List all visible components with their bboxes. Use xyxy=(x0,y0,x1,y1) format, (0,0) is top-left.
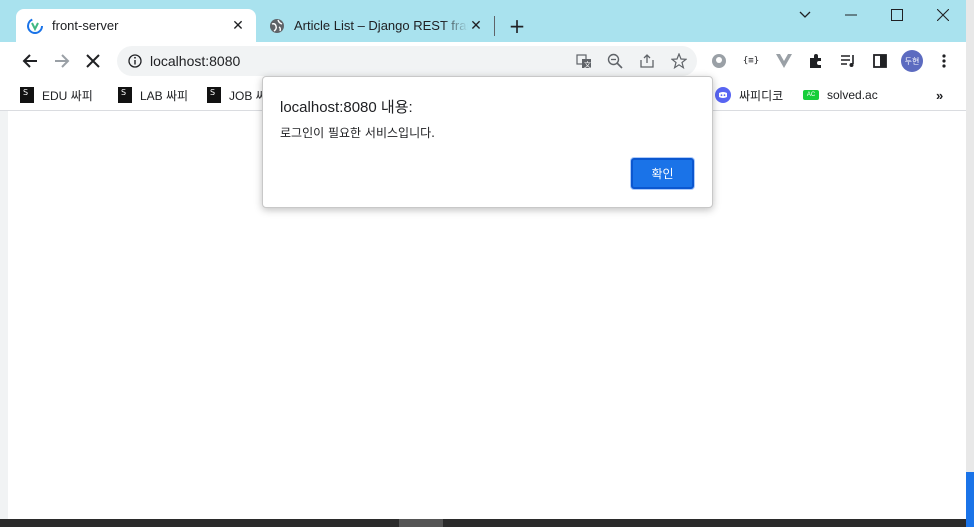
new-tab-button[interactable]: + xyxy=(506,14,528,38)
site-info-icon[interactable] xyxy=(126,52,144,70)
desktop-edge xyxy=(966,0,974,527)
close-icon[interactable]: ✕ xyxy=(468,18,484,34)
bookmark-label: 싸피디코 xyxy=(739,88,784,103)
more-bookmarks-chevron-icon[interactable]: » xyxy=(936,85,943,105)
close-icon[interactable]: ✕ xyxy=(230,18,246,34)
tab-title: front-server xyxy=(52,18,119,33)
taskbar-thumb xyxy=(399,519,443,527)
bookmark-edu-ssafy[interactable]: EDU 싸피 xyxy=(20,85,93,105)
tab-strip: front-server ✕ Article List – Django RES… xyxy=(0,0,966,42)
ssafy-icon xyxy=(207,87,221,103)
back-button[interactable] xyxy=(17,48,43,74)
bookmark-ssafy-discord[interactable]: 싸피디코 xyxy=(715,85,783,105)
json-viewer-extension-icon[interactable]: {≡} xyxy=(738,48,764,74)
tab-search-chevron-down-icon[interactable] xyxy=(782,0,828,30)
bookmark-solved-ac[interactable]: AC solved.ac xyxy=(803,85,878,105)
discord-icon xyxy=(715,87,731,103)
ssafy-icon xyxy=(118,87,132,103)
svg-text:文: 文 xyxy=(584,60,591,69)
maximize-button[interactable] xyxy=(874,0,920,30)
forward-button[interactable] xyxy=(49,48,75,74)
ok-button[interactable]: 확인 xyxy=(631,158,694,189)
vue-logo-icon xyxy=(27,17,43,34)
minimize-button[interactable] xyxy=(828,0,874,30)
dialog-title: localhost:8080 내용: xyxy=(280,99,413,116)
globe-icon xyxy=(269,18,285,34)
extensions-puzzle-icon[interactable] xyxy=(803,48,829,74)
tab-title: Article List – Django REST framework xyxy=(294,18,468,33)
address-bar[interactable]: localhost:8080 文 xyxy=(117,46,697,76)
ssafy-icon xyxy=(20,87,34,103)
translate-icon[interactable]: 文 xyxy=(575,52,593,70)
bookmark-star-icon[interactable] xyxy=(670,52,688,70)
close-window-button[interactable] xyxy=(920,0,966,30)
alert-dialog: localhost:8080 내용: 로그인이 필요한 서비스입니다. 확인 xyxy=(262,76,713,208)
vue-devtools-extension-icon[interactable] xyxy=(771,48,797,74)
menu-kebab-icon[interactable] xyxy=(931,48,957,74)
bookmark-label: EDU 싸피 xyxy=(42,88,93,103)
tab-front-server[interactable]: front-server ✕ xyxy=(16,9,256,42)
side-panel-icon[interactable] xyxy=(867,48,893,74)
url-text: localhost:8080 xyxy=(150,53,241,69)
tab-article-list[interactable]: Article List – Django REST framework ✕ xyxy=(258,9,494,42)
browser-window: front-server ✕ Article List – Django RES… xyxy=(0,0,966,527)
dialog-message: 로그인이 필요한 서비스입니다. xyxy=(280,126,435,140)
window-left-border xyxy=(0,111,8,519)
media-queue-icon[interactable] xyxy=(835,48,861,74)
bookmark-lab-ssafy[interactable]: LAB 싸피 xyxy=(118,85,188,105)
zoom-out-icon[interactable] xyxy=(606,52,624,70)
bookmark-job-ssafy[interactable]: JOB 싸 xyxy=(207,85,267,105)
solvedac-icon: AC xyxy=(803,90,819,100)
stop-loading-button[interactable] xyxy=(80,48,106,74)
tab-separator xyxy=(494,16,495,36)
share-icon[interactable] xyxy=(638,52,656,70)
bookmark-label: solved.ac xyxy=(827,88,878,102)
taskbar-edge xyxy=(0,519,966,527)
profile-avatar[interactable]: 두현 xyxy=(899,48,925,74)
desktop-accent xyxy=(966,472,974,527)
github-extension-icon[interactable] xyxy=(706,48,732,74)
avatar: 두현 xyxy=(901,50,923,72)
toolbar: localhost:8080 文 {≡} 두현 xyxy=(0,42,966,80)
bookmark-label: LAB 싸피 xyxy=(140,88,189,103)
